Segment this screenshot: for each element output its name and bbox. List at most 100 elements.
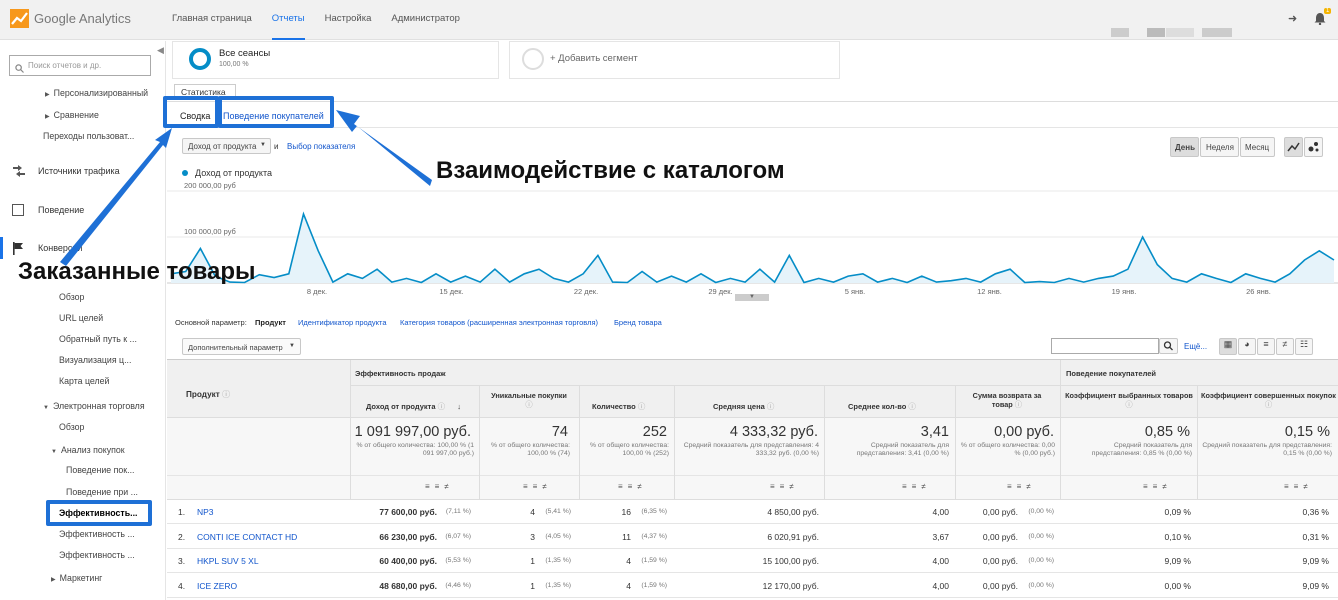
- sidebar-item-user-flow[interactable]: Переходы пользоват...: [43, 131, 134, 141]
- sidebar-item-sales-performance[interactable]: Эффективность ...: [59, 529, 135, 539]
- main-content: Все сеансы 100,00 % + Добавить сегмент С…: [167, 41, 1338, 600]
- secondary-dimension-select[interactable]: Дополнительный параметр ▼: [182, 338, 301, 355]
- annotation-box-product: [46, 500, 152, 526]
- sidebar-item-shopping-behavior[interactable]: Поведение пок...: [66, 465, 134, 475]
- bell-icon[interactable]: 1: [1314, 8, 1332, 26]
- dimension-category[interactable]: Категория товаров (расширенная электронн…: [400, 318, 598, 327]
- sidebar-item-list-performance[interactable]: Эффективность ...: [59, 550, 135, 560]
- sort-options-icon[interactable]: ≡≡≠: [618, 482, 647, 491]
- product-link[interactable]: HKPL SUV 5 XL: [197, 556, 259, 566]
- segment-all-sessions[interactable]: Все сеансы 100,00 %: [172, 41, 499, 79]
- period-week-button[interactable]: Неделя: [1200, 137, 1239, 157]
- sort-options-icon[interactable]: ≡≡≠: [770, 482, 799, 491]
- col-header-product[interactable]: Продукт ⓘ: [186, 388, 230, 400]
- group-header-sales: Эффективность продаж: [355, 369, 446, 378]
- sidebar-item-custom[interactable]: ▶ Персонализированный: [45, 88, 148, 98]
- view-pivot-button[interactable]: ☷: [1295, 338, 1313, 355]
- collapse-sidebar-icon[interactable]: ◀: [157, 45, 164, 56]
- cell-cart-rate: 0,00 %: [1164, 580, 1191, 591]
- more-options-link[interactable]: Ещё...: [1184, 342, 1207, 351]
- line-chart-toggle[interactable]: [1284, 137, 1303, 157]
- period-month-button[interactable]: Месяц: [1240, 137, 1275, 157]
- search-input[interactable]: Поиск отчетов и др.: [9, 55, 151, 76]
- col-header-cart-to-detail[interactable]: Коэффициент выбранных товаров ⓘ: [1064, 391, 1194, 410]
- help-icon: ⓘ: [1014, 400, 1023, 409]
- tabs-divider: [167, 101, 1338, 102]
- view-pie-button[interactable]: ◕: [1238, 338, 1256, 355]
- cell-avg-qty: 3,67: [932, 531, 949, 542]
- total-refund: 0,00 руб.: [994, 424, 1054, 440]
- sort-options-icon[interactable]: ≡≡≠: [523, 482, 552, 491]
- sidebar-item-funnel[interactable]: Визуализация ц...: [59, 355, 131, 365]
- period-day-button[interactable]: День: [1170, 137, 1199, 157]
- dimension-product-id[interactable]: Идентификатор продукта: [298, 318, 387, 327]
- sidebar-item-ecommerce[interactable]: ▼ Электронная торговля: [43, 401, 145, 411]
- nav-reports[interactable]: Отчеты: [271, 0, 305, 40]
- col-header-quantity[interactable]: Количество ⓘ: [592, 401, 645, 412]
- col-header-buy-to-detail[interactable]: Коэффициент совершенных покупок ⓘ: [1201, 391, 1336, 410]
- sidebar-item-behavior[interactable]: Поведение: [38, 205, 84, 215]
- total-buy-rate: 0,15 %: [1284, 424, 1330, 440]
- product-link[interactable]: NP3: [197, 507, 214, 517]
- table-search-input[interactable]: [1051, 338, 1159, 354]
- sidebar-item-traffic[interactable]: Источники трафика: [38, 166, 120, 176]
- col-header-avg-price[interactable]: Средняя цена ⓘ: [713, 401, 774, 412]
- metric-select[interactable]: Доход от продукта ▼: [182, 138, 271, 154]
- sidebar-item-shopping-analysis[interactable]: ▼ Анализ покупок: [51, 445, 125, 455]
- cell-refund-pct: (0,00 %): [1028, 532, 1054, 540]
- row-divider: [350, 385, 1338, 386]
- view-performance-button[interactable]: ≡: [1257, 338, 1275, 355]
- cell-refund: 0,00 руб.: [982, 531, 1018, 542]
- row-number: 4.: [178, 580, 186, 591]
- col-header-avg-qty[interactable]: Среднее кол-во ⓘ: [848, 401, 916, 412]
- sort-options-icon[interactable]: ≡≡≠: [1143, 482, 1172, 491]
- col-header-label: Коэффициент выбранных товаров: [1065, 391, 1193, 400]
- sort-options-icon[interactable]: ≡≡≠: [425, 482, 454, 491]
- choose-metric-link[interactable]: Выбор показателя: [287, 142, 355, 151]
- sidebar-item-goal-urls[interactable]: URL целей: [59, 313, 103, 323]
- view-table-button[interactable]: ▦: [1219, 338, 1237, 355]
- nav-home[interactable]: Главная страница: [172, 0, 252, 40]
- x-tick-label: 29 дек.: [708, 287, 732, 296]
- sidebar-item-goal-flow[interactable]: Карта целей: [59, 376, 109, 386]
- sidebar-item-reverse-path[interactable]: Обратный путь к ...: [59, 334, 137, 344]
- sort-options-icon[interactable]: ≡≡≠: [1007, 482, 1036, 491]
- cell-unique: 4: [530, 507, 535, 517]
- product-link[interactable]: CONTI ICE CONTACT HD: [197, 532, 297, 542]
- col-header-revenue[interactable]: Доход от продукта ⓘ ↓: [366, 401, 461, 412]
- cell-qty: 4: [626, 556, 631, 566]
- x-tick-label: 12 янв.: [977, 287, 1002, 296]
- sidebar-item-marketing[interactable]: ▶ Маркетинг: [51, 573, 102, 583]
- dimension-product[interactable]: Продукт: [255, 318, 286, 327]
- sort-options-icon[interactable]: ≡≡≠: [1284, 482, 1313, 491]
- col-header-refund[interactable]: Сумма возврата за товар ⓘ: [962, 391, 1052, 410]
- account-info-blur: [1166, 28, 1194, 37]
- cell-avg-price: 6 020,91 руб.: [767, 531, 819, 542]
- sidebar-item-label: Персонализированный: [53, 88, 149, 98]
- cell-qty: 11: [622, 531, 631, 542]
- col-header-unique-purchases[interactable]: Уникальные покупки ⓘ: [482, 391, 576, 410]
- dimension-brand[interactable]: Бренд товара: [614, 318, 662, 327]
- account-switch-icon[interactable]: ➜: [1288, 12, 1297, 25]
- motion-chart-toggle[interactable]: [1304, 137, 1323, 157]
- cell-unique: 3: [530, 531, 535, 542]
- line-chart-icon: [1287, 142, 1300, 152]
- sort-options-icon[interactable]: ≡≡≠: [902, 482, 931, 491]
- help-icon: ⓘ: [437, 402, 446, 411]
- sidebar-item-goals-overview[interactable]: Обзор: [59, 292, 84, 302]
- help-icon: ⓘ: [1125, 400, 1133, 409]
- add-segment-button[interactable]: + Добавить сегмент: [509, 41, 840, 79]
- product-link[interactable]: ICE ZERO: [197, 581, 237, 591]
- view-comparison-button[interactable]: ≠: [1276, 338, 1294, 355]
- chart-resize-handle[interactable]: ▼: [735, 294, 769, 301]
- cell-revenue-pct: (7,11 %): [445, 508, 471, 515]
- sidebar-item-compare[interactable]: ▶ Сравнение: [45, 110, 99, 120]
- cell-revenue: 66 230,00 руб.: [379, 531, 437, 542]
- sidebar-item-ecom-overview[interactable]: Обзор: [59, 422, 84, 432]
- table-search-button[interactable]: [1159, 338, 1178, 354]
- nav-settings[interactable]: Настройка: [325, 0, 372, 40]
- nav-admin[interactable]: Администратор: [391, 0, 460, 40]
- sidebar-item-conversions[interactable]: Конверсии: [38, 243, 82, 253]
- sidebar-item-checkout-behavior[interactable]: Поведение при ...: [66, 487, 138, 497]
- logo[interactable]: Google Analytics: [10, 9, 131, 28]
